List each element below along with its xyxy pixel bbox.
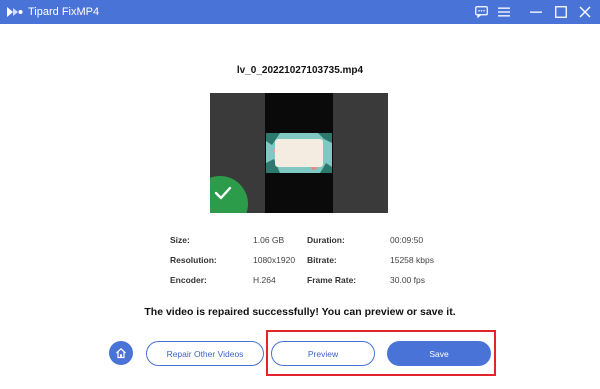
home-button[interactable] <box>109 341 133 365</box>
menu-icon[interactable] <box>494 2 514 22</box>
app-title: Tipard FixMP4 <box>28 6 100 18</box>
file-name: lv_0_20221027103735.mp4 <box>236 65 364 76</box>
feedback-icon[interactable] <box>471 2 491 22</box>
home-icon <box>116 348 126 359</box>
encoder-value: H.264 <box>253 275 276 285</box>
framerate-value: 30.00 fps <box>390 275 425 285</box>
repair-other-videos-button[interactable]: Repair Other Videos <box>146 341 264 366</box>
size-value: 1.06 GB <box>253 235 285 245</box>
bitrate-value: 15258 kbps <box>390 255 434 265</box>
success-message: The video is repaired successfully! You … <box>144 306 456 318</box>
video-preview <box>210 93 388 213</box>
encoder-label: Encoder: <box>170 275 207 285</box>
title-bar: Tipard FixMP4 <box>0 0 600 24</box>
minimize-icon[interactable] <box>526 2 546 22</box>
success-badge <box>210 176 248 213</box>
resolution-value: 1080x1920 <box>253 255 296 265</box>
check-icon <box>214 186 232 200</box>
size-label: Size: <box>170 235 190 245</box>
bitrate-label: Bitrate: <box>307 255 337 265</box>
play-arrows-icon <box>6 5 24 19</box>
duration-label: Duration: <box>307 235 345 245</box>
highlight-box <box>266 330 496 376</box>
framerate-label: Frame Rate: <box>307 275 357 285</box>
duration-value: 00:09:50 <box>390 235 424 245</box>
maximize-icon[interactable] <box>551 2 571 22</box>
video-thumbnail <box>266 133 332 173</box>
close-icon[interactable] <box>575 2 595 22</box>
resolution-label: Resolution: <box>170 255 217 265</box>
